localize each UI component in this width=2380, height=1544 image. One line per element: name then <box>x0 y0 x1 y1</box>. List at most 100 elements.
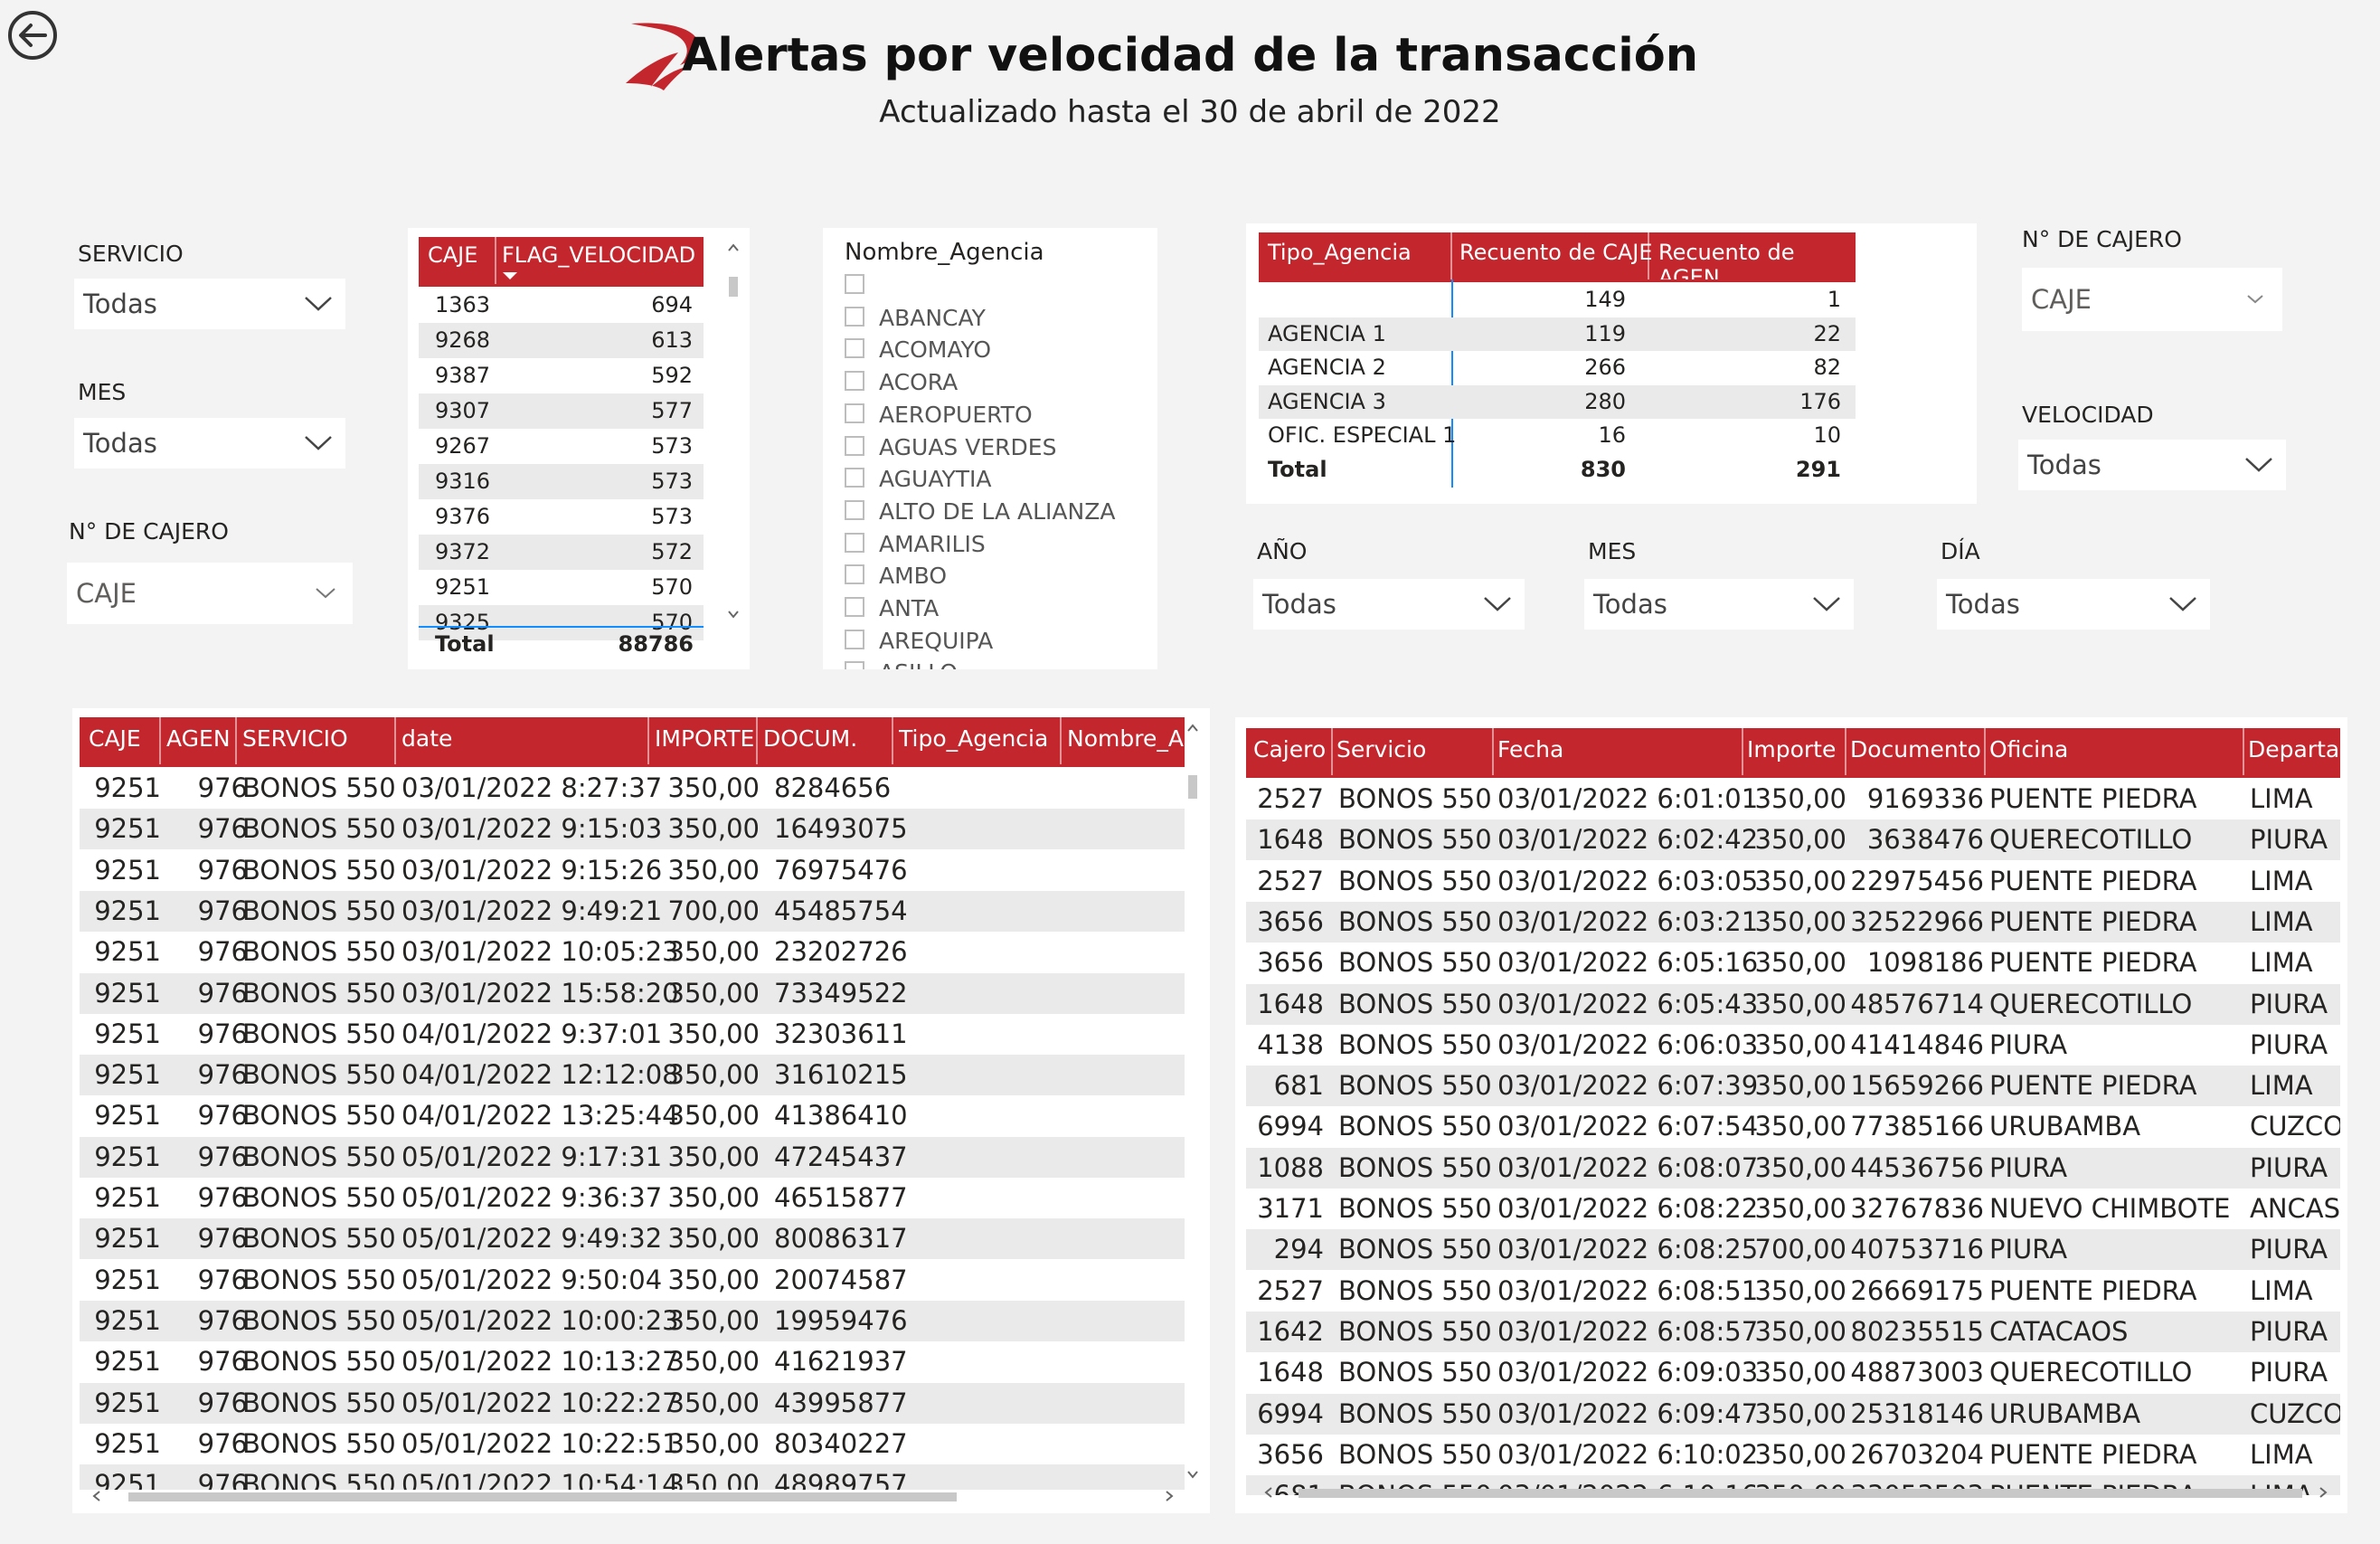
checkbox-icon[interactable] <box>845 274 864 294</box>
table-row[interactable]: AGENCIA 3 280 176 <box>1259 384 1856 419</box>
table-row[interactable]: AGENCIA 2 266 82 <box>1259 351 1856 384</box>
horizontal-scrollbar[interactable] <box>1262 1484 2329 1501</box>
table-row[interactable]: 9316 573 <box>419 464 704 499</box>
checkbox-icon[interactable] <box>845 338 864 359</box>
table-row[interactable]: 1648 BONOS 550 03/01/2022 6:02:42 350,00 363… <box>1246 819 2340 861</box>
table-row[interactable]: 681 BONOS 550 03/01/2022 6:07:39 350,00 1565… <box>1246 1066 2340 1107</box>
header-flag-velocidad[interactable]: FLAG_VELOCIDAD <box>502 242 695 268</box>
agencia-item[interactable]: AMBO <box>845 560 947 592</box>
table-row[interactable]: 9251 976 BONOS 550 03/01/2022 9:15:26 350,00… <box>80 850 1185 891</box>
scroll-up-icon[interactable] <box>1185 722 1201 734</box>
mes-right-dropdown[interactable]: Todas <box>1584 579 1854 630</box>
agencia-item[interactable]: ABANCAY <box>845 302 986 335</box>
table-row[interactable]: 9251 976 BONOS 550 05/01/2022 10:54:14 350,0… <box>80 1464 1185 1490</box>
table-row[interactable]: OFIC. ESPECIAL 1 16 10 <box>1259 419 1856 452</box>
checkbox-icon[interactable] <box>845 435 864 456</box>
table-row[interactable]: 1648 BONOS 550 03/01/2022 6:09:03 350,00 488… <box>1246 1352 2340 1393</box>
vertical-scrollbar[interactable] <box>726 241 741 620</box>
table-row[interactable]: 2527 BONOS 550 03/01/2022 6:08:51 350,00 266… <box>1246 1271 2340 1312</box>
table-row[interactable]: 9251 976 BONOS 550 05/01/2022 9:49:32 350,00… <box>80 1218 1185 1260</box>
table-row[interactable]: 9251 976 BONOS 550 05/01/2022 10:00:23 350,0… <box>80 1300 1185 1341</box>
checkbox-icon[interactable] <box>845 403 864 423</box>
scroll-left-icon[interactable] <box>90 1488 103 1504</box>
agencia-item[interactable]: AGUAYTIA <box>845 463 992 496</box>
table-row[interactable]: 9251 976 BONOS 550 03/01/2022 9:49:21 700,00… <box>80 890 1185 932</box>
agencia-item[interactable]: AREQUIPA <box>845 625 993 658</box>
table-row[interactable]: 9251 976 BONOS 550 05/01/2022 9:17:31 350,00… <box>80 1136 1185 1178</box>
table-row[interactable]: 9251 976 BONOS 550 04/01/2022 12:12:08 350,0… <box>80 1055 1185 1096</box>
table-row[interactable]: 9251 976 BONOS 550 05/01/2022 10:22:51 350,0… <box>80 1424 1185 1464</box>
table-row[interactable]: 3656 BONOS 550 03/01/2022 6:10:02 350,00 267… <box>1246 1435 2340 1475</box>
table-row[interactable]: 9387 592 <box>419 358 704 393</box>
servicio-dropdown[interactable]: Todas <box>74 279 345 329</box>
table-row[interactable]: 9372 572 <box>419 535 704 570</box>
table-row[interactable]: 6994 BONOS 550 03/01/2022 6:09:47 350,00 253… <box>1246 1393 2340 1435</box>
table-row[interactable]: 4138 BONOS 550 03/01/2022 6:06:03 350,00 414… <box>1246 1025 2340 1066</box>
header-tipo-agencia[interactable]: Tipo_Agencia <box>1268 240 1412 265</box>
horizontal-scrollbar[interactable] <box>90 1488 1176 1504</box>
table-row[interactable]: 2527 BONOS 550 03/01/2022 6:01:01 350,00 916… <box>1246 779 2340 819</box>
header-documento[interactable]: Documento <box>1850 728 1984 775</box>
scroll-up-icon[interactable] <box>726 242 741 254</box>
table-row[interactable]: 6994 BONOS 550 03/01/2022 6:07:54 350,00 773… <box>1246 1106 2340 1147</box>
cajero-right-dropdown[interactable]: CAJE <box>2022 268 2282 331</box>
checkbox-icon[interactable] <box>845 306 864 327</box>
header-departamento[interactable]: Departamento <box>2248 728 2342 775</box>
agencia-item[interactable]: AEROPUERTO <box>845 399 1033 431</box>
header-cajero[interactable]: Cajero <box>1253 728 1335 775</box>
table-row[interactable]: 3656 BONOS 550 03/01/2022 6:05:16 350,00 109… <box>1246 943 2340 983</box>
table-row[interactable]: 3171 BONOS 550 03/01/2022 6:08:22 350,00 327… <box>1246 1189 2340 1229</box>
agencia-item[interactable]: ACOMAYO <box>845 334 991 366</box>
header-importe[interactable]: IMPORTE <box>655 717 763 764</box>
header-oficina[interactable]: Oficina <box>1989 728 2243 775</box>
scroll-left-icon[interactable] <box>1262 1484 1275 1501</box>
dia-dropdown[interactable]: Todas <box>1937 579 2210 630</box>
agencia-item[interactable]: AGUAS VERDES <box>845 431 1056 464</box>
table-row[interactable]: 1642 BONOS 550 03/01/2022 6:08:57 350,00 802… <box>1246 1311 2340 1352</box>
agencia-item[interactable]: ACORA <box>845 366 958 399</box>
agencia-item[interactable]: ANTA <box>845 592 939 625</box>
scroll-right-icon[interactable] <box>1163 1488 1176 1504</box>
table-row[interactable]: 294 BONOS 550 03/01/2022 6:08:25 700,00 4075… <box>1246 1229 2340 1271</box>
checkbox-icon[interactable] <box>845 597 864 617</box>
table-row[interactable]: 9251 976 BONOS 550 05/01/2022 10:13:27 350,0… <box>80 1341 1185 1382</box>
checkbox-icon[interactable] <box>845 371 864 392</box>
header-importe[interactable]: Importe <box>1747 728 1846 775</box>
header-servicio[interactable]: SERVICIO <box>242 717 387 764</box>
header-recuento-caje[interactable]: Recuento de CAJE <box>1459 240 1653 265</box>
table-row[interactable]: 9251 976 BONOS 550 05/01/2022 9:50:04 350,00… <box>80 1260 1185 1301</box>
header-tipo-agencia[interactable]: Tipo_Agencia <box>899 717 1053 764</box>
header-docum-[interactable]: DOCUM. <box>763 717 890 764</box>
cajero-dropdown[interactable]: CAJE <box>67 563 353 624</box>
header-date[interactable]: date <box>401 717 646 764</box>
header-fecha[interactable]: Fecha <box>1497 728 1733 775</box>
agencia-item[interactable]: ASILLO <box>845 657 958 669</box>
table-row[interactable]: 9251 976 BONOS 550 04/01/2022 9:37:01 350,00… <box>80 1014 1185 1055</box>
table-row[interactable]: 9268 613 <box>419 323 704 358</box>
header-servicio[interactable]: Servicio <box>1336 728 1481 775</box>
checkbox-icon[interactable] <box>845 468 864 488</box>
header-caje[interactable]: CAJE <box>428 242 477 268</box>
checkbox-icon[interactable] <box>845 532 864 553</box>
table-row[interactable]: 9307 577 <box>419 393 704 429</box>
table-row[interactable]: AGENCIA 1 119 22 <box>1259 317 1856 351</box>
anio-dropdown[interactable]: Todas <box>1253 579 1525 630</box>
table-row[interactable]: 9251 976 BONOS 550 05/01/2022 9:36:37 350,00… <box>80 1178 1185 1218</box>
agencia-item[interactable]: AMARILIS <box>845 528 986 561</box>
table-row[interactable]: 149 1 <box>1259 283 1856 317</box>
table-row[interactable]: 9251 976 BONOS 550 04/01/2022 13:25:44 350,0… <box>80 1095 1185 1136</box>
table-row[interactable]: 9251 976 BONOS 550 03/01/2022 10:05:23 350,0… <box>80 932 1185 972</box>
table-row[interactable]: 3656 BONOS 550 03/01/2022 6:03:21 350,00 325… <box>1246 901 2340 943</box>
table-row[interactable]: 1363 694 <box>419 288 704 323</box>
table-row[interactable]: 2527 BONOS 550 03/01/2022 6:03:05 350,00 229… <box>1246 861 2340 902</box>
checkbox-icon[interactable] <box>845 564 864 585</box>
checkbox-icon[interactable] <box>845 499 864 520</box>
velocidad-dropdown[interactable]: Todas <box>2018 440 2286 490</box>
checkbox-icon[interactable] <box>845 661 864 669</box>
scroll-right-icon[interactable] <box>2317 1484 2329 1501</box>
scroll-down-icon[interactable] <box>726 608 741 620</box>
scroll-down-icon[interactable] <box>1185 1468 1201 1481</box>
table-row[interactable]: 9251 976 BONOS 550 05/01/2022 10:22:27 350,0… <box>80 1382 1185 1424</box>
header-nombre-agencia[interactable]: Nombre_Agencia <box>1067 717 1203 764</box>
agencia-item[interactable]: ALTO DE LA ALIANZA <box>845 496 1115 528</box>
